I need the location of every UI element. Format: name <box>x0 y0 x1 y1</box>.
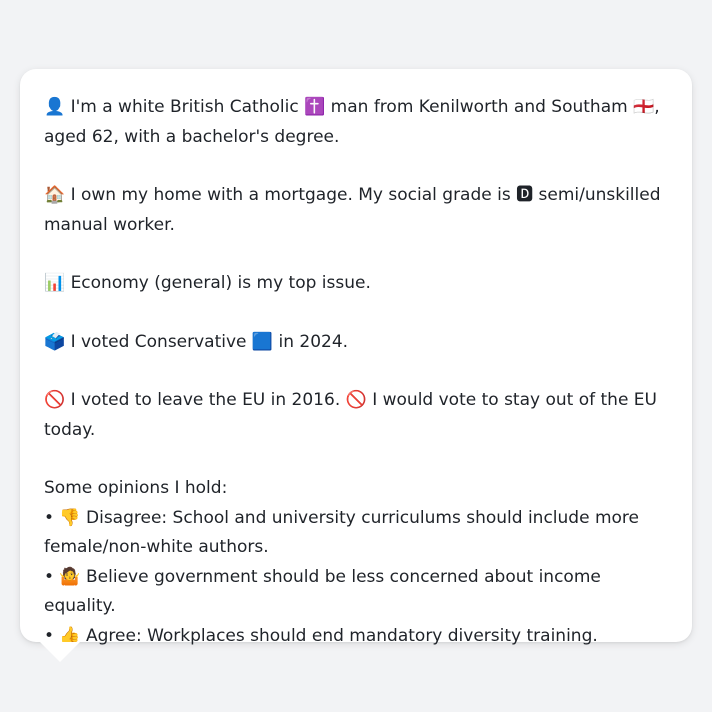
opinion-item: • 👎 Disagree: School and university curr… <box>44 507 639 558</box>
opinion-item: • 👍 Agree: Workplaces should end mandato… <box>44 625 598 646</box>
persona-housing: 🏠 I own my home with a mortgage. My soci… <box>44 185 661 235</box>
opinions-section: Some opinions I hold: • 👎 Disagree: Scho… <box>44 474 668 651</box>
persona-vote-2024: 🗳️ I voted Conservative 🟦 in 2024. <box>44 331 349 352</box>
opinion-item: • 🤷 Believe government should be less co… <box>44 566 601 617</box>
opinions-heading: Some opinions I hold: <box>44 478 228 498</box>
persona-message-bubble: 👤 I'm a white British Catholic ✝️ man fr… <box>20 69 692 662</box>
persona-intro: 👤 I'm a white British Catholic ✝️ man fr… <box>44 97 660 147</box>
persona-eu-vote: 🚫 I voted to leave the EU in 2016. 🚫 I w… <box>44 390 657 440</box>
persona-top-issue: 📊 Economy (general) is my top issue. <box>44 273 371 293</box>
